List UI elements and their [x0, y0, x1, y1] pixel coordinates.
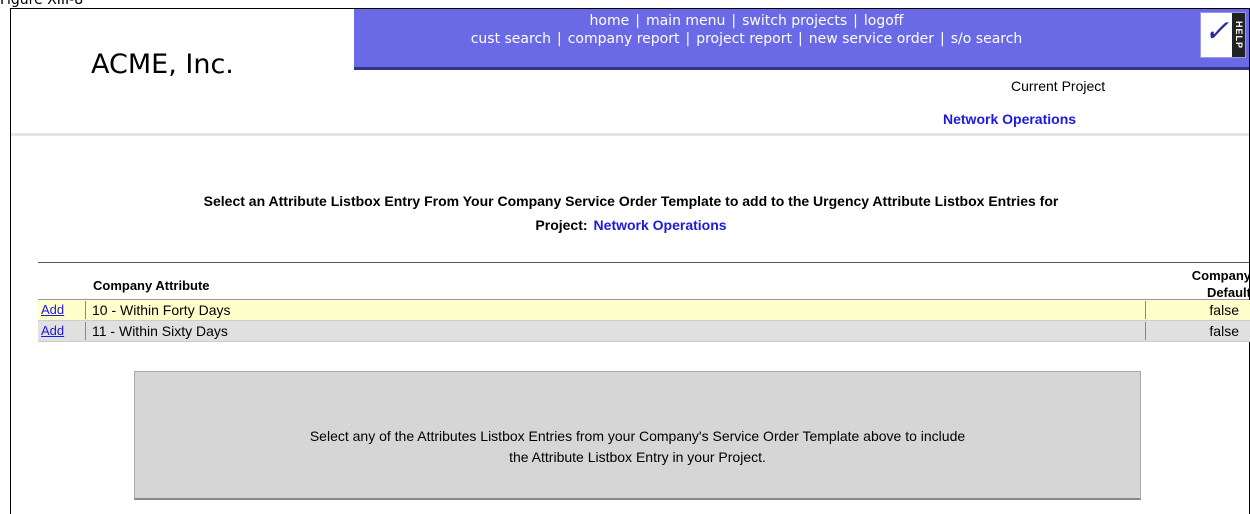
current-project-name: Network Operations [943, 111, 1077, 127]
cell-divider [1145, 301, 1146, 319]
add-link[interactable]: Add [41, 321, 64, 341]
default-value: false [1209, 302, 1239, 318]
attribute-value: 11 - Within Sixty Days [92, 323, 228, 339]
heading-project-name: Network Operations [593, 217, 727, 233]
nav-company-report-link[interactable]: company report [568, 31, 680, 47]
page-heading: Select an Attribute Listbox Entry From Y… [31, 189, 1231, 237]
column-header-default-line1: Company [1191, 268, 1250, 283]
table-row: Add 10 - Within Forty Days false [38, 300, 1250, 321]
info-text: Select any of the Attributes Listbox Ent… [135, 426, 1140, 468]
help-button[interactable]: ✓ HELP [1200, 12, 1246, 58]
current-project-label: Current Project [1011, 78, 1106, 94]
column-header-attribute: Company Attribute [93, 278, 210, 293]
cell-divider [85, 322, 86, 340]
nav-row-secondary: cust search | company report | project repor… [470, 31, 1023, 47]
nav-row-primary: home | main menu | switch projects | logoff [589, 13, 904, 29]
info-line-1: Select any of the Attributes Listbox Ent… [309, 428, 966, 444]
top-nav: home | main menu | switch projects | logoff cu… [354, 9, 1249, 70]
app-frame: ACME, Inc. home | main menu | switch project… [10, 8, 1250, 514]
logo-area: ACME, Inc. [11, 9, 354, 132]
nav-switch-projects-link[interactable]: switch projects [742, 13, 847, 29]
column-header-default: Company Default [1192, 267, 1250, 301]
nav-main-menu-link[interactable]: main menu [646, 13, 725, 29]
heading-line-1: Select an Attribute Listbox Entry From Y… [203, 193, 1059, 209]
nav-new-service-order-link[interactable]: new service order [809, 31, 934, 47]
attribute-table: Company Attribute Company Default Add 10… [38, 262, 1250, 342]
info-panel: Select any of the Attributes Listbox Ent… [134, 371, 1141, 500]
table-header: Company Attribute Company Default [38, 263, 1250, 301]
info-line-2: the Attribute Listbox Entry in your Proj… [509, 449, 766, 465]
table-row: Add 11 - Within Sixty Days false [38, 321, 1250, 342]
add-link[interactable]: Add [41, 300, 64, 320]
help-label: HELP [1232, 13, 1245, 57]
column-header-default-line2: Default [1206, 285, 1250, 300]
nav-so-search-link[interactable]: s/o search [951, 31, 1023, 47]
cell-divider [1145, 322, 1146, 340]
checkmark-icon: ✓ [1204, 14, 1230, 49]
heading-line-2: Project: Network Operations [31, 213, 1231, 237]
heading-project-prefix: Project: [535, 217, 588, 233]
company-name: ACME, Inc. [91, 49, 234, 80]
nav-logoff-link[interactable]: logoff [864, 13, 904, 29]
header-divider [11, 133, 1249, 136]
nav-home-link[interactable]: home [590, 13, 630, 29]
attribute-value: 10 - Within Forty Days [92, 302, 231, 318]
figure-caption: Figure XIII-8 [0, 0, 84, 8]
default-value: false [1209, 323, 1239, 339]
nav-project-report-link[interactable]: project report [696, 31, 792, 47]
cell-divider [85, 301, 86, 319]
nav-cust-search-link[interactable]: cust search [471, 31, 551, 47]
